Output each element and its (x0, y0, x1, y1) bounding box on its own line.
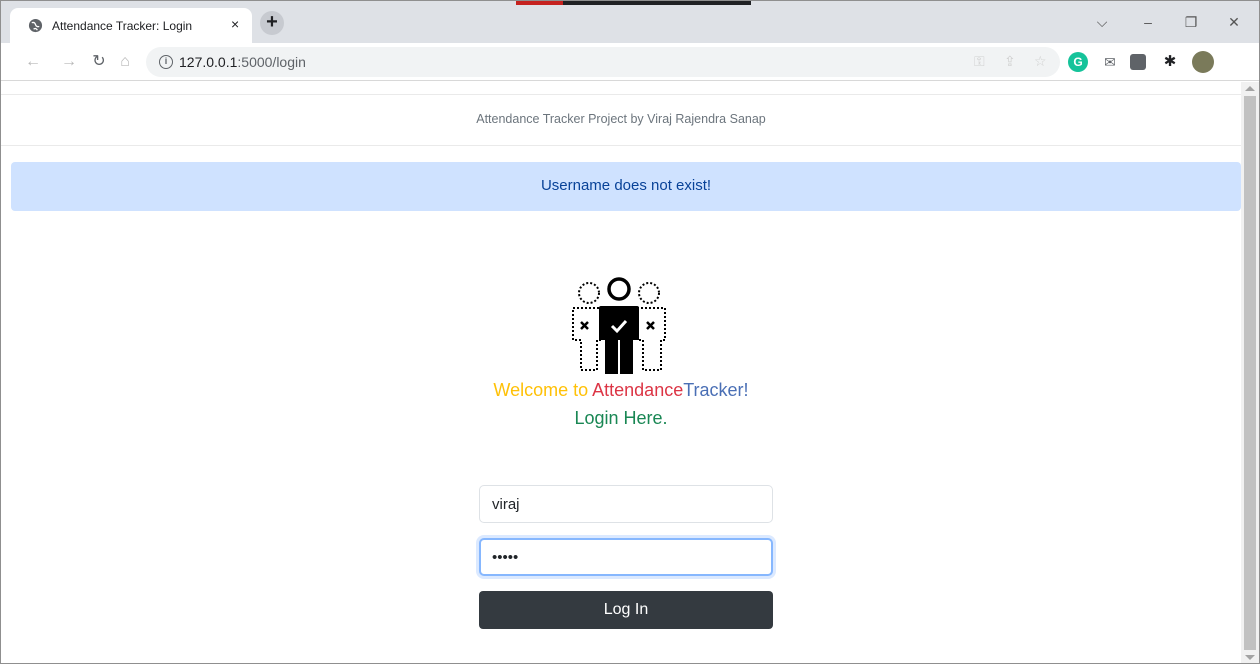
welcome-heading: Welcome to AttendanceTracker! (1, 380, 1241, 401)
username-input[interactable] (479, 485, 773, 523)
restore-button[interactable]: ❐ (1181, 12, 1201, 32)
attendance-people-logo-icon (572, 277, 666, 374)
browser-window: Attendance Tracker: Login × + ⌵ – ❐ ✕ ← … (0, 0, 1260, 664)
bookmark-star-icon[interactable]: ☆ (1034, 53, 1047, 70)
tab-search-icon[interactable]: ⌵ (1092, 12, 1112, 32)
browser-toolbar: ← → ↻ ⌂ i 127.0.0.1:5000/login ⚿ ⇪ ☆ G ✉… (1, 43, 1259, 81)
scroll-down-icon[interactable] (1245, 655, 1255, 660)
tab-close-icon[interactable]: × (231, 16, 239, 32)
tab-strip: Attendance Tracker: Login × + ⌵ – ❐ ✕ (1, 1, 1259, 43)
reload-icon[interactable]: ↻ (89, 52, 109, 72)
alert-message: Username does not exist! (540, 177, 712, 194)
mail-icon[interactable]: ✉ (1100, 52, 1120, 72)
window-accent (516, 1, 751, 5)
scrollbar-thumb[interactable] (1244, 96, 1256, 650)
globe-icon (28, 18, 43, 33)
share-icon[interactable]: ⇪ (1004, 53, 1016, 70)
close-window-button[interactable]: ✕ (1224, 12, 1244, 32)
login-heading: Login Here. (574, 408, 668, 428)
welcome-prefix: Welcome to (493, 380, 593, 400)
extension-square-icon[interactable] (1130, 54, 1146, 70)
login-button[interactable]: Log In (479, 591, 773, 629)
error-alert: Username does not exist! (11, 162, 1241, 211)
site-info-icon[interactable]: i (159, 55, 173, 69)
welcome-brand-tracker: Tracker! (683, 380, 749, 400)
forward-icon[interactable]: → (59, 52, 79, 72)
new-tab-button[interactable]: + (260, 11, 284, 35)
address-url[interactable]: 127.0.0.1:5000/login (179, 54, 306, 70)
browser-tab[interactable]: Attendance Tracker: Login × (10, 8, 252, 43)
grammarly-icon[interactable]: G (1068, 52, 1088, 72)
page-header: Attendance Tracker Project by Viraj Raje… (1, 94, 1241, 146)
tab-title: Attendance Tracker: Login (52, 19, 193, 33)
scroll-up-icon[interactable] (1245, 86, 1255, 91)
page-scrollbar[interactable] (1241, 82, 1259, 663)
password-input[interactable] (479, 538, 773, 576)
project-credit: Attendance Tracker Project by Viraj Raje… (476, 112, 766, 126)
address-bar[interactable]: i 127.0.0.1:5000/login ⚿ ⇪ ☆ (146, 47, 1060, 77)
back-icon[interactable]: ← (23, 52, 43, 72)
home-icon[interactable]: ⌂ (115, 52, 135, 72)
key-icon[interactable]: ⚿ (974, 53, 985, 70)
page-viewport: Attendance Tracker Project by Viraj Raje… (1, 82, 1241, 663)
puzzle-icon[interactable]: ✱ (1160, 52, 1180, 72)
minimize-button[interactable]: – (1138, 12, 1158, 32)
profile-avatar[interactable] (1192, 51, 1214, 73)
welcome-brand-attendance: Attendance (592, 380, 684, 400)
